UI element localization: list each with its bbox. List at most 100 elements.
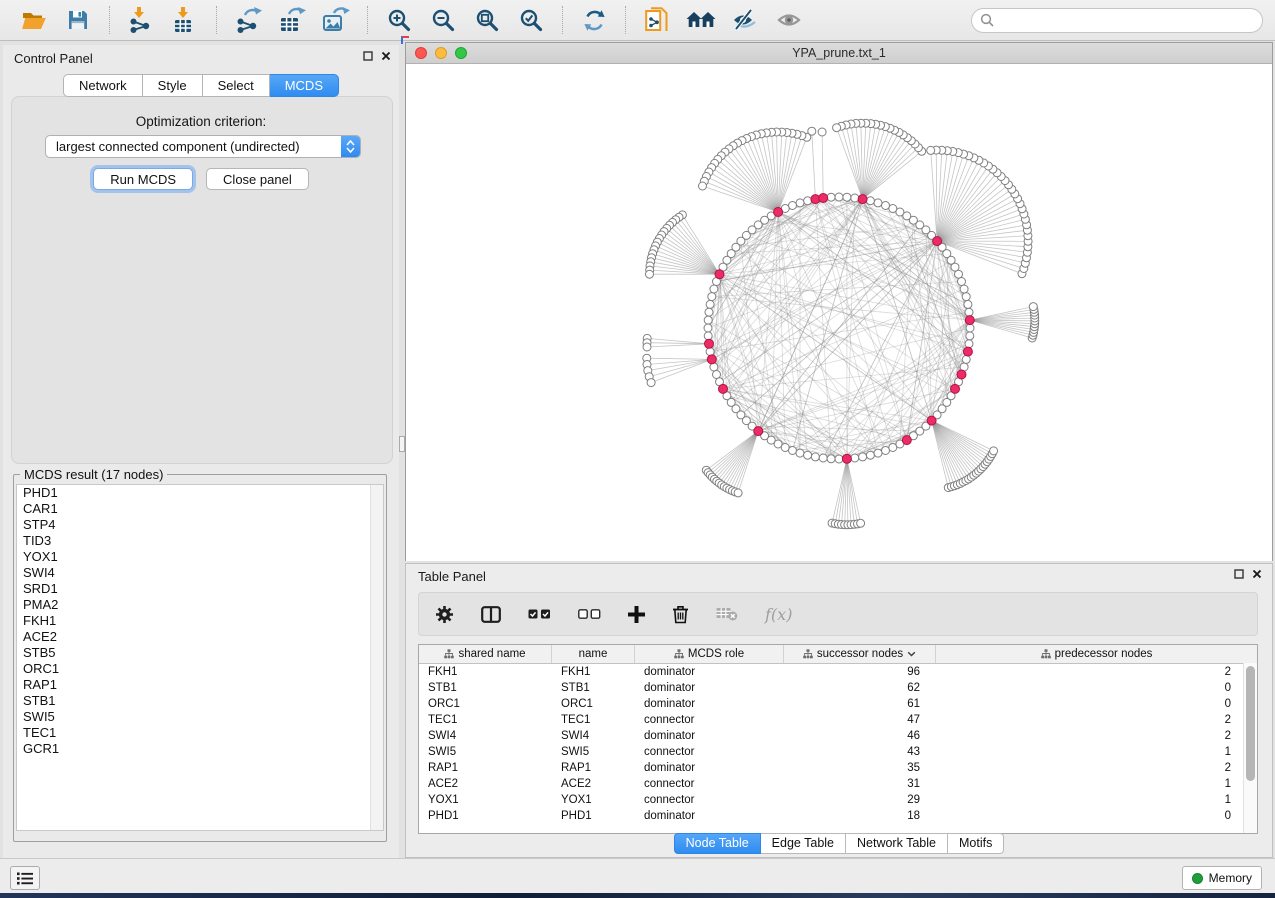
tab-mcds[interactable]: MCDS	[270, 74, 339, 97]
cell-shared-name[interactable]: YOX1	[419, 792, 552, 808]
network-graph[interactable]	[406, 64, 1272, 561]
mcds-result-item[interactable]: STB1	[17, 693, 383, 709]
hide-details-icon[interactable]	[730, 5, 760, 35]
cell-shared-name[interactable]: PHD1	[419, 808, 552, 824]
cell-shared-name[interactable]: RAP1	[419, 760, 552, 776]
cell-successor-nodes[interactable]: 18	[784, 808, 936, 824]
tab-select[interactable]: Select	[203, 74, 270, 97]
cell-predecessor-nodes[interactable]: 0	[936, 680, 1257, 696]
cell-predecessor-nodes[interactable]: 2	[936, 728, 1257, 744]
close-panel-icon[interactable]	[381, 51, 391, 61]
table-row[interactable]: FKH1FKH1dominator962	[419, 664, 1257, 680]
cell-predecessor-nodes[interactable]: 1	[936, 744, 1257, 760]
cell-successor-nodes[interactable]: 35	[784, 760, 936, 776]
cell-mcds-role[interactable]: dominator	[635, 696, 784, 712]
table-row[interactable]: SWI5SWI5connector431	[419, 744, 1257, 760]
cell-successor-nodes[interactable]: 61	[784, 696, 936, 712]
mcds-result-item[interactable]: PMA2	[17, 597, 383, 613]
cell-mcds-role[interactable]: connector	[635, 712, 784, 728]
cell-shared-name[interactable]: ORC1	[419, 696, 552, 712]
mcds-result-item[interactable]: SRD1	[17, 581, 383, 597]
mcds-result-item[interactable]: ACE2	[17, 629, 383, 645]
cell-mcds-role[interactable]: dominator	[635, 664, 784, 680]
column-header-shared-name[interactable]: shared name	[419, 645, 552, 663]
mcds-result-item[interactable]: FKH1	[17, 613, 383, 629]
mcds-result-item[interactable]: RAP1	[17, 677, 383, 693]
zoom-selected-icon[interactable]	[516, 5, 546, 35]
table-scrollbar-thumb[interactable]	[1246, 666, 1255, 781]
table-row[interactable]: STB1STB1dominator620	[419, 680, 1257, 696]
cell-name[interactable]: YOX1	[552, 792, 635, 808]
column-header-mcds-role[interactable]: MCDS role	[635, 645, 784, 663]
table-scrollbar[interactable]	[1243, 663, 1257, 833]
mcds-result-item[interactable]: TID3	[17, 533, 383, 549]
export-image-icon[interactable]	[321, 5, 351, 35]
cell-mcds-role[interactable]: connector	[635, 776, 784, 792]
mcds-result-item[interactable]: GCR1	[17, 741, 383, 757]
cell-name[interactable]: STB1	[552, 680, 635, 696]
search-box[interactable]	[971, 8, 1263, 33]
cell-successor-nodes[interactable]: 46	[784, 728, 936, 744]
cell-predecessor-nodes[interactable]: 0	[936, 696, 1257, 712]
cell-name[interactable]: SWI5	[552, 744, 635, 760]
tab-style[interactable]: Style	[143, 74, 203, 97]
delete-column-icon[interactable]	[672, 605, 689, 624]
cell-mcds-role[interactable]: connector	[635, 744, 784, 760]
cell-mcds-role[interactable]: dominator	[635, 680, 784, 696]
mcds-result-item[interactable]: STP4	[17, 517, 383, 533]
tab-node-table[interactable]: Node Table	[674, 833, 761, 854]
cell-mcds-role[interactable]: dominator	[635, 808, 784, 824]
mcds-result-item[interactable]: TEC1	[17, 725, 383, 741]
mcds-result-item[interactable]: CAR1	[17, 501, 383, 517]
search-input[interactable]	[1000, 12, 1254, 28]
import-table-icon[interactable]	[170, 5, 200, 35]
cell-shared-name[interactable]: TEC1	[419, 712, 552, 728]
table-row[interactable]: ORC1ORC1dominator610	[419, 696, 1257, 712]
cell-successor-nodes[interactable]: 43	[784, 744, 936, 760]
table-row[interactable]: RAP1RAP1dominator352	[419, 760, 1257, 776]
mcds-result-item[interactable]: STB5	[17, 645, 383, 661]
table-row[interactable]: SWI4SWI4dominator462	[419, 728, 1257, 744]
cell-name[interactable]: TEC1	[552, 712, 635, 728]
cell-shared-name[interactable]: STB1	[419, 680, 552, 696]
cell-name[interactable]: FKH1	[552, 664, 635, 680]
tab-edge-table[interactable]: Edge Table	[761, 833, 846, 854]
table-row[interactable]: YOX1YOX1connector291	[419, 792, 1257, 808]
network-canvas[interactable]	[406, 64, 1272, 561]
cell-shared-name[interactable]: ACE2	[419, 776, 552, 792]
cell-name[interactable]: RAP1	[552, 760, 635, 776]
cell-successor-nodes[interactable]: 62	[784, 680, 936, 696]
homes-icon[interactable]	[686, 5, 716, 35]
mcds-list-scrollbar[interactable]	[370, 485, 383, 830]
criterion-select[interactable]: largest connected component (undirected)	[45, 135, 361, 158]
column-header-name[interactable]: name	[552, 645, 635, 663]
split-view-icon[interactable]	[481, 606, 501, 623]
refresh-icon[interactable]	[579, 5, 609, 35]
mcds-result-item[interactable]: YOX1	[17, 549, 383, 565]
export-table-icon[interactable]	[277, 5, 307, 35]
add-column-icon[interactable]	[628, 606, 645, 623]
cell-predecessor-nodes[interactable]: 0	[936, 808, 1257, 824]
tab-motifs[interactable]: Motifs	[948, 833, 1004, 854]
duplicate-network-icon[interactable]	[642, 5, 672, 35]
cell-name[interactable]: PHD1	[552, 808, 635, 824]
float-panel-icon[interactable]	[1234, 569, 1244, 579]
table-row[interactable]: PHD1PHD1dominator180	[419, 808, 1257, 824]
cell-name[interactable]: ORC1	[552, 696, 635, 712]
cell-shared-name[interactable]: FKH1	[419, 664, 552, 680]
table-row[interactable]: ACE2ACE2connector311	[419, 776, 1257, 792]
zoom-out-icon[interactable]	[428, 5, 458, 35]
close-panel-button[interactable]: Close panel	[206, 168, 309, 190]
save-session-icon[interactable]	[63, 5, 93, 35]
gear-icon[interactable]	[435, 605, 454, 624]
show-details-icon[interactable]	[774, 5, 804, 35]
import-network-icon[interactable]	[126, 5, 156, 35]
export-network-icon[interactable]	[233, 5, 263, 35]
mcds-result-item[interactable]: PHD1	[17, 485, 383, 501]
zoom-in-icon[interactable]	[384, 5, 414, 35]
cell-successor-nodes[interactable]: 31	[784, 776, 936, 792]
mcds-result-item[interactable]: ORC1	[17, 661, 383, 677]
cell-name[interactable]: ACE2	[552, 776, 635, 792]
tab-network-table[interactable]: Network Table	[846, 833, 948, 854]
cell-successor-nodes[interactable]: 47	[784, 712, 936, 728]
